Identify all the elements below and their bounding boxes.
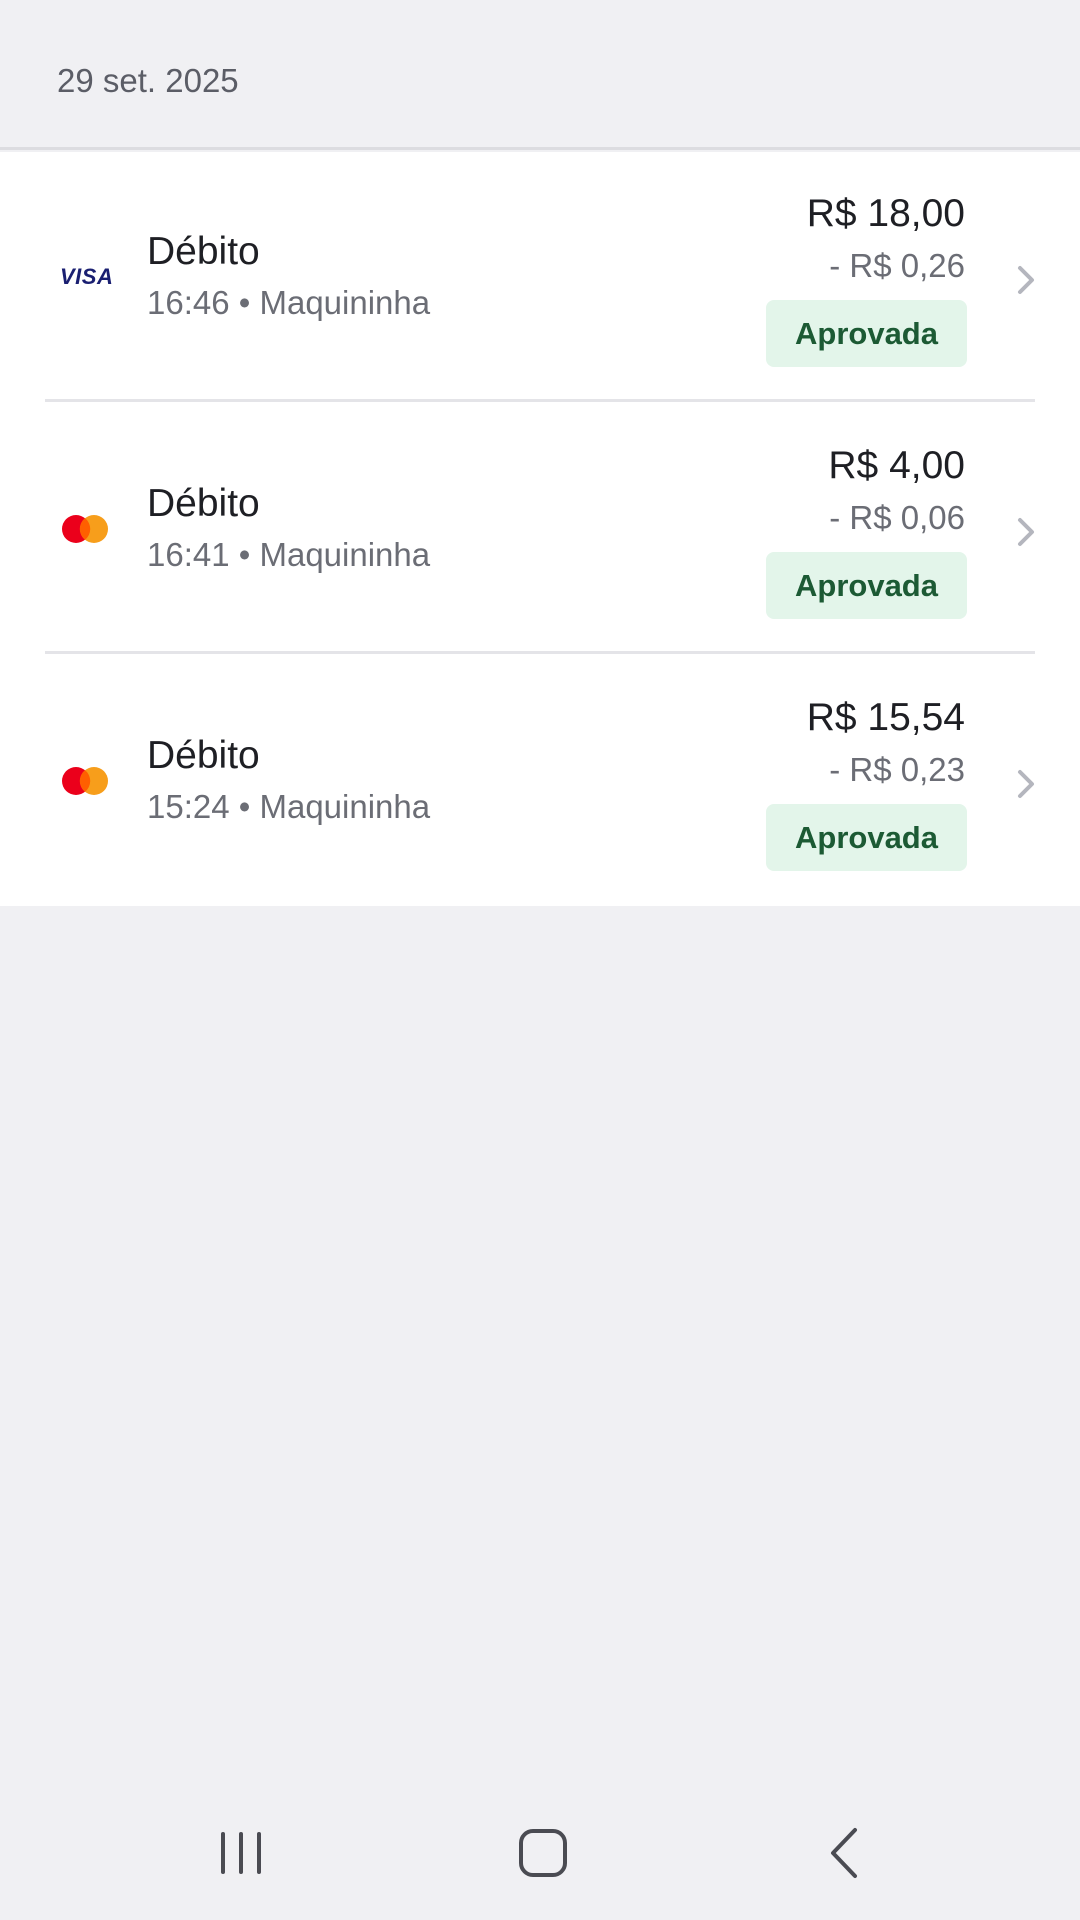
date-section-header: 29 set. 2025 xyxy=(0,0,1080,150)
transaction-row[interactable]: VISA Débito 16:46 • Maquininha R$ 18,00 … xyxy=(0,152,1080,402)
system-navigation-bar xyxy=(0,1790,1080,1920)
transaction-fee: - R$ 0,06 xyxy=(829,499,965,536)
transaction-subtitle: 16:41 • Maquininha xyxy=(147,536,431,573)
transaction-title: Débito xyxy=(147,230,260,273)
transaction-title: Débito xyxy=(147,482,260,525)
mastercard-icon xyxy=(56,504,116,554)
transaction-title: Débito xyxy=(147,734,260,777)
date-label: 29 set. 2025 xyxy=(57,62,239,99)
chevron-right-icon xyxy=(1018,770,1034,798)
visa-logo-text: VISA xyxy=(60,264,114,289)
back-icon[interactable] xyxy=(815,1822,875,1882)
transaction-fee: - R$ 0,26 xyxy=(829,247,965,284)
row-divider xyxy=(45,399,1035,402)
transaction-row[interactable]: Débito 16:41 • Maquininha R$ 4,00 - R$ 0… xyxy=(0,404,1080,654)
mastercard-logo xyxy=(62,515,108,543)
row-divider xyxy=(45,651,1035,654)
recent-apps-icon[interactable] xyxy=(211,1822,271,1882)
mastercard-icon xyxy=(56,756,116,806)
status-badge: Aprovada xyxy=(766,300,967,367)
transaction-list: VISA Débito 16:46 • Maquininha R$ 18,00 … xyxy=(0,152,1080,906)
mastercard-logo xyxy=(62,767,108,795)
transaction-amount: R$ 15,54 xyxy=(806,696,965,739)
transaction-subtitle: 15:24 • Maquininha xyxy=(147,788,431,825)
chevron-right-icon xyxy=(1018,518,1034,546)
transaction-fee: - R$ 0,23 xyxy=(829,751,965,788)
transaction-amount: R$ 4,00 xyxy=(828,444,965,487)
chevron-right-icon xyxy=(1018,266,1034,294)
transaction-amount: R$ 18,00 xyxy=(806,192,965,235)
home-icon[interactable] xyxy=(513,1822,573,1882)
visa-icon: VISA xyxy=(56,252,116,302)
status-badge: Aprovada xyxy=(766,552,967,619)
transaction-subtitle: 16:46 • Maquininha xyxy=(147,284,431,321)
transaction-row[interactable]: Débito 15:24 • Maquininha R$ 15,54 - R$ … xyxy=(0,656,1080,906)
status-badge: Aprovada xyxy=(766,804,967,871)
